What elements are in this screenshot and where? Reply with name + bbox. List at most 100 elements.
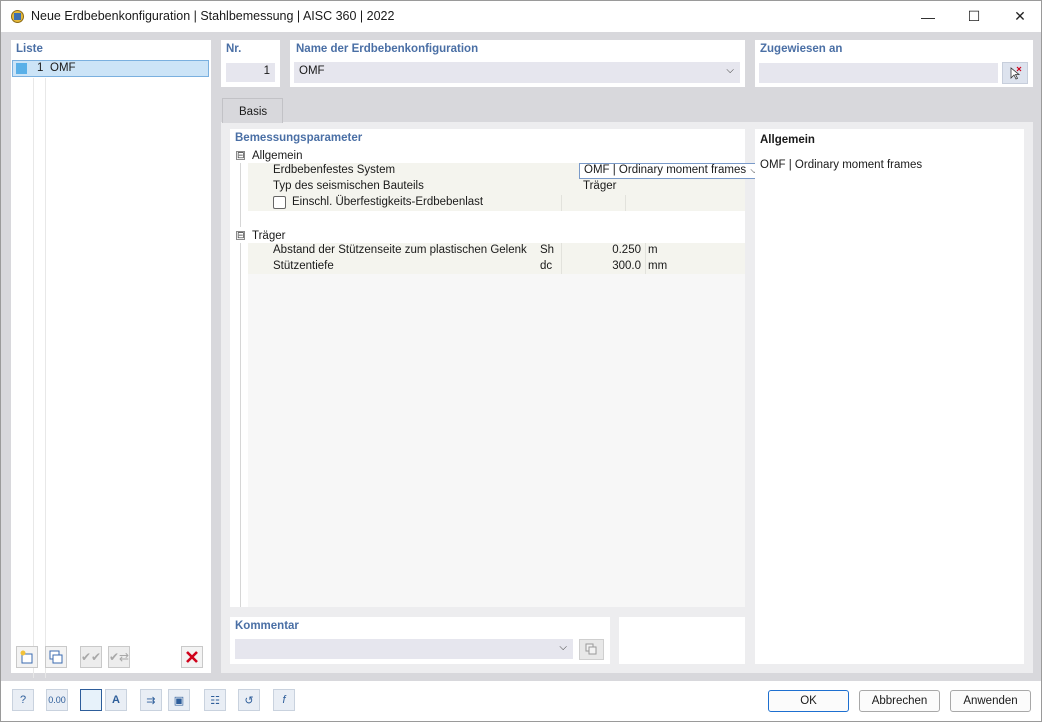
param-row-hinge-distance[interactable]: Abstand der Stützenseite zum plastischen… <box>248 243 745 259</box>
export-button[interactable]: ▣ <box>168 689 190 711</box>
assigned-label: Zugewiesen an <box>760 43 843 55</box>
param-name: Abstand der Stützenseite zum plastischen… <box>273 244 527 256</box>
collapse-icon[interactable]: ⊟ <box>236 231 245 240</box>
number-label: Nr. <box>226 43 242 55</box>
param-row-overstrength[interactable]: Einschl. Überfestigkeits-Erdbebenlast <box>248 195 745 211</box>
check-button[interactable]: ✔✔ <box>80 646 102 668</box>
maximize-button[interactable]: ☐ <box>951 1 997 32</box>
units-icon: 0.00 <box>48 695 66 705</box>
ok-button[interactable]: OK <box>768 690 849 712</box>
list-item[interactable]: 1 OMF <box>12 60 209 77</box>
reset-button[interactable]: ↺ <box>238 689 260 711</box>
collapse-icon[interactable]: ⊟ <box>236 151 245 160</box>
name-label: Name der Erdbebenkonfiguration <box>296 43 479 55</box>
param-value[interactable]: Träger <box>583 180 616 192</box>
param-unit: m <box>648 244 658 256</box>
close-button[interactable]: ✕ <box>997 1 1042 32</box>
comment-label: Kommentar <box>235 620 299 632</box>
copy-item-icon <box>49 650 63 664</box>
assigned-field[interactable] <box>759 63 998 83</box>
system-combobox[interactable]: OMF | Ordinary moment frames ⌵ <box>579 163 763 179</box>
formula-button[interactable]: f <box>273 689 295 711</box>
copy-item-button[interactable] <box>45 646 67 668</box>
list-item-number: 1 <box>37 62 44 74</box>
import-button[interactable]: ⇉ <box>140 689 162 711</box>
formula-icon: f <box>282 694 286 706</box>
info-title: Allgemein <box>760 134 815 146</box>
tab-basis[interactable]: Basis <box>222 98 283 123</box>
param-name: Einschl. Überfestigkeits-Erdbebenlast <box>292 196 484 208</box>
minimize-icon: — <box>921 8 935 25</box>
check-icon: ✔✔ <box>80 650 102 664</box>
number-panel: Nr. 1 <box>221 40 280 87</box>
list-label: Liste <box>16 43 43 55</box>
parameters-label: Bemessungsparameter <box>235 132 363 144</box>
param-name: Erdbebenfestes System <box>273 164 396 176</box>
param-unit: mm <box>648 260 668 272</box>
comment-box: Kommentar ⌵ <box>230 617 610 664</box>
name-combobox[interactable]: OMF ⌵ <box>294 62 740 83</box>
comment-combobox[interactable]: ⌵ <box>235 639 573 659</box>
parameters-panel: Bemessungsparameter ⊟ Allgemein Erdbeben… <box>230 129 763 607</box>
comment-library-button[interactable] <box>579 639 604 660</box>
bottom-toolbar: ? 0.00 A ⇉ ▣ ☷ ↺ f OK Abbrechen Anwenden <box>1 681 1041 721</box>
param-value[interactable]: 0.250 <box>561 244 641 256</box>
list-item-name: OMF <box>50 62 76 74</box>
import-icon: ⇉ <box>146 694 156 707</box>
comment-side-panel <box>619 617 745 664</box>
overstrength-checkbox[interactable] <box>273 196 286 209</box>
table-button[interactable]: ☷ <box>204 689 226 711</box>
title-bar: Neue Erdbebenkonfiguration | Stahlbemess… <box>1 1 1041 32</box>
list-divider <box>45 78 46 678</box>
info-panel: Allgemein OMF | Ordinary moment frames <box>755 129 1024 664</box>
name-panel: Name der Erdbebenkonfiguration OMF ⌵ <box>290 40 745 87</box>
export-icon: ▣ <box>173 694 185 707</box>
cancel-button[interactable]: Abbrechen <box>859 690 940 712</box>
minimize-button[interactable]: — <box>905 1 951 32</box>
tree-line <box>240 243 241 607</box>
assigned-panel: Zugewiesen an <box>755 40 1033 87</box>
param-name: Stützentiefe <box>273 260 334 272</box>
color-button[interactable] <box>80 689 102 711</box>
column-divider <box>561 195 562 211</box>
info-text: OMF | Ordinary moment frames <box>760 159 923 171</box>
app-icon <box>11 10 24 23</box>
reset-icon: ↺ <box>244 694 254 707</box>
help-icon: ? <box>19 694 27 706</box>
check-alt-button[interactable]: ✔⇄ <box>108 646 130 668</box>
param-name: Typ des seismischen Bauteils <box>273 180 424 192</box>
chevron-down-icon: ⌵ <box>559 642 567 653</box>
name-value: OMF <box>299 65 325 77</box>
copy-icon <box>585 643 597 655</box>
param-row-column-depth[interactable]: Stützentiefe dc 300.0 mm <box>248 259 745 275</box>
param-symbol: dc <box>540 260 553 272</box>
number-field[interactable]: 1 <box>226 63 275 82</box>
param-row-member-type[interactable]: Typ des seismischen Bauteils Träger <box>248 179 745 195</box>
param-value[interactable]: 300.0 <box>561 260 641 272</box>
new-item-icon <box>20 650 33 664</box>
new-item-button[interactable] <box>16 646 38 668</box>
column-divider <box>645 243 646 259</box>
system-value: OMF | Ordinary moment frames <box>584 164 747 176</box>
font-button[interactable]: A <box>105 689 127 711</box>
table-icon: ☷ <box>210 694 220 707</box>
list-divider <box>33 78 34 678</box>
group-name: Allgemein <box>252 150 303 162</box>
window-title: Neue Erdbebenkonfiguration | Stahlbemess… <box>31 9 395 23</box>
close-icon: ✕ <box>1014 8 1026 24</box>
delete-button[interactable] <box>181 646 203 668</box>
column-divider <box>625 195 626 211</box>
group-name: Träger <box>252 230 286 242</box>
list-item-color <box>16 63 27 74</box>
units-button[interactable]: 0.00 <box>46 689 68 711</box>
delete-icon <box>186 651 198 663</box>
empty-grid-area <box>248 274 745 607</box>
chevron-down-icon: ⌵ <box>726 65 734 76</box>
list-panel: Liste 1 OMF ✔✔ ✔⇄ <box>11 40 211 678</box>
param-row-system[interactable]: Erdbebenfestes System OMF | Ordinary mom… <box>248 163 763 179</box>
help-button[interactable]: ? <box>12 689 34 711</box>
check-alt-icon: ✔⇄ <box>108 650 130 664</box>
select-objects-button[interactable] <box>1002 62 1028 84</box>
apply-button[interactable]: Anwenden <box>950 690 1031 712</box>
comment-panel: Kommentar ⌵ <box>230 617 745 664</box>
